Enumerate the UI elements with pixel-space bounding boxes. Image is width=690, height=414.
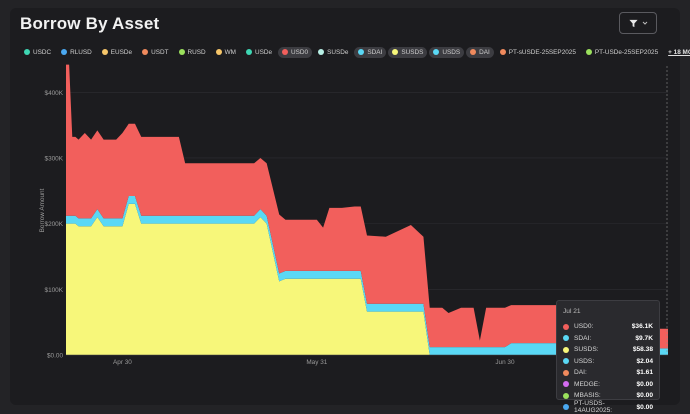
tooltip-row: DAI: $1.61 xyxy=(563,367,653,379)
tooltip-label: MBASIS: xyxy=(574,392,601,400)
x-tick-label: May 31 xyxy=(306,359,327,366)
y-axis-label: Borrow Amount xyxy=(39,188,46,232)
tooltip-row: MEDGE: $0.00 xyxy=(563,379,653,391)
tooltip-row: PT-USDS-14AUG2025: $0.00 xyxy=(563,400,653,414)
y-tick-label: $300K xyxy=(45,155,64,162)
tooltip-swatch xyxy=(563,358,569,365)
x-tick-label: Apr 30 xyxy=(113,359,132,366)
tooltip-label: USD0: xyxy=(574,323,594,331)
tooltip-label: SUSDS: xyxy=(574,346,599,354)
tooltip-swatch xyxy=(563,346,569,353)
tooltip-swatch xyxy=(563,381,569,388)
tooltip-value: $0.00 xyxy=(636,392,653,400)
y-tick-label: $400K xyxy=(45,90,64,97)
tooltip-label: SDAI: xyxy=(574,334,592,342)
tooltip-value: $0.00 xyxy=(636,380,653,388)
tooltip-label: USDS: xyxy=(574,357,595,365)
tooltip-row: USDS: $2.04 xyxy=(563,356,653,368)
tooltip-label: MEDGE: xyxy=(574,380,601,388)
tooltip-swatch xyxy=(563,323,569,330)
tooltip-value: $2.04 xyxy=(636,357,653,365)
tooltip-swatch xyxy=(563,392,569,399)
tooltip-label: DAI: xyxy=(574,369,587,377)
tooltip-swatch xyxy=(563,404,569,411)
y-tick-label: $200K xyxy=(45,221,64,228)
tooltip-value: $58.38 xyxy=(632,346,653,354)
tooltip-label: PT-USDS-14AUG2025: xyxy=(574,400,613,414)
tooltip-swatch xyxy=(563,369,569,376)
tooltip-value: $9.7K xyxy=(635,334,653,342)
tooltip-swatch xyxy=(563,335,569,342)
y-tick-label: $100K xyxy=(45,287,64,294)
tooltip-row: SUSDS: $58.38 xyxy=(563,344,653,356)
tooltip-row: SDAI: $9.7K xyxy=(563,333,653,345)
chart-tooltip: Jul 21 USD0: $36.1K SDAI: $9.7K SUSDS: $58.38… xyxy=(556,300,660,414)
y-tick-label: $0.00 xyxy=(47,353,63,360)
tooltip-value: $1.61 xyxy=(636,369,653,377)
tooltip-value: $36.1K xyxy=(631,323,653,331)
tooltip-date: Jul 21 xyxy=(563,308,581,315)
tooltip-row: USD0: $36.1K xyxy=(563,321,653,333)
x-tick-label: Jun 30 xyxy=(495,359,515,366)
